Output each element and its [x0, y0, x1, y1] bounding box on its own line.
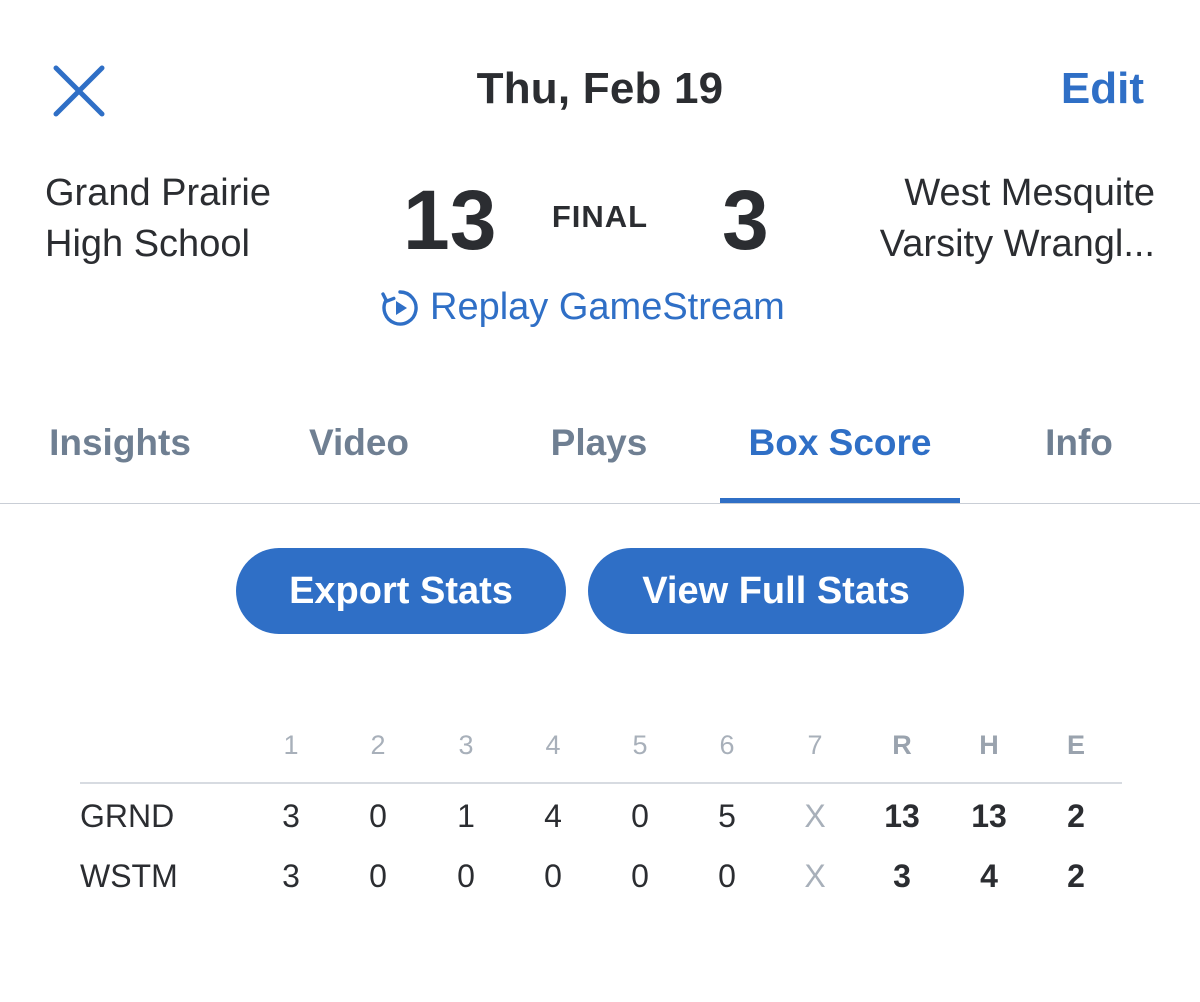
- inning-score: 0: [369, 798, 387, 834]
- tab-video[interactable]: Video: [309, 422, 409, 464]
- inning-score: 0: [457, 858, 475, 894]
- inning-header: 7: [807, 730, 823, 760]
- tab-insights[interactable]: Insights: [49, 422, 191, 464]
- team-abbreviation: GRND: [80, 798, 175, 834]
- inning-score: 0: [544, 858, 562, 894]
- box-score-header-row: 1 2 3 4 5 6 7 R H E: [80, 730, 1122, 770]
- inning-score: 3: [282, 858, 300, 894]
- edit-button[interactable]: Edit: [1061, 64, 1144, 114]
- tab-bar: Insights Video Plays Box Score Info: [0, 400, 1200, 504]
- game-status: FINAL: [551, 199, 649, 234]
- active-tab-indicator: [720, 498, 960, 503]
- runs-total: 13: [884, 798, 920, 834]
- away-team-name-line1: West Mesquite: [904, 172, 1155, 214]
- away-score: 3: [722, 173, 769, 267]
- tab-info[interactable]: Info: [1045, 422, 1113, 464]
- table-row: WSTM 3 0 0 0 0 0 X 3 4 2: [80, 858, 1122, 908]
- team-abbreviation: WSTM: [80, 858, 178, 894]
- replay-icon: [380, 288, 420, 328]
- hits-total: 13: [971, 798, 1007, 834]
- tab-plays[interactable]: Plays: [551, 422, 648, 464]
- export-stats-button[interactable]: Export Stats: [236, 548, 566, 634]
- inning-score: 4: [544, 798, 562, 834]
- inning-header: 1: [283, 730, 299, 760]
- home-score: 13: [403, 173, 497, 267]
- table-row: GRND 3 0 1 4 0 5 X 13 13 2: [80, 798, 1122, 848]
- inning-score: 0: [369, 858, 387, 894]
- inning-score: 0: [718, 858, 736, 894]
- hits-total: 4: [980, 858, 998, 894]
- inning-header: 3: [458, 730, 474, 760]
- inning-score: X: [804, 858, 826, 894]
- inning-score: 0: [631, 858, 649, 894]
- runs-header: R: [892, 730, 912, 760]
- errors-header: E: [1066, 730, 1086, 760]
- box-score-table: 1 2 3 4 5 6 7 R H E GRND 3 0 1 4 0 5 X 1…: [80, 720, 1122, 920]
- hits-header: H: [979, 730, 999, 760]
- page-title: Thu, Feb 19: [476, 64, 724, 113]
- home-team-name-line2: High School: [45, 223, 250, 265]
- box-score-divider: [80, 782, 1122, 784]
- errors-total: 2: [1067, 858, 1085, 894]
- home-team-name[interactable]: Grand Prairie High School: [45, 168, 271, 270]
- inning-header: 4: [545, 730, 561, 760]
- away-team-name-line2: Varsity Wrangl...: [879, 223, 1155, 265]
- inning-score: 3: [282, 798, 300, 834]
- errors-total: 2: [1067, 798, 1085, 834]
- home-team-name-line1: Grand Prairie: [45, 172, 271, 214]
- inning-score: X: [804, 798, 826, 834]
- inning-score: 1: [457, 798, 475, 834]
- view-full-stats-button[interactable]: View Full Stats: [588, 548, 964, 634]
- inning-header: 6: [719, 730, 735, 760]
- away-team-name[interactable]: West Mesquite Varsity Wrangl...: [880, 168, 1155, 270]
- inning-header: 5: [632, 730, 648, 760]
- inning-score: 5: [718, 798, 736, 834]
- inning-header: 2: [370, 730, 386, 760]
- replay-gamestream-label: Replay GameStream: [430, 286, 785, 328]
- inning-score: 0: [631, 798, 649, 834]
- replay-gamestream-link[interactable]: Replay GameStream: [380, 286, 785, 329]
- runs-total: 3: [893, 858, 911, 894]
- tab-box-score[interactable]: Box Score: [748, 422, 931, 464]
